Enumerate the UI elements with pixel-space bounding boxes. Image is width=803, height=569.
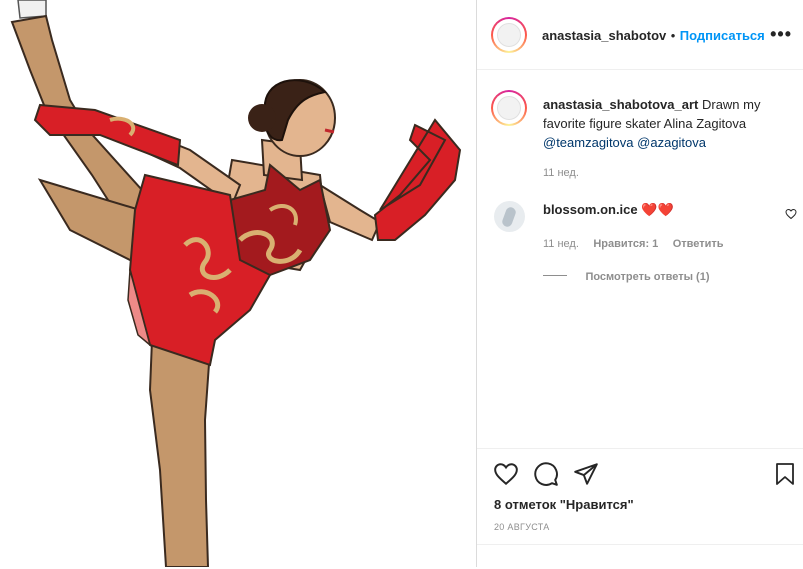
right-glove bbox=[373, 118, 462, 241]
comment-like-heart-icon[interactable] bbox=[785, 208, 797, 220]
post-date: 20 АВГУСТА bbox=[494, 522, 550, 532]
post-actions: 8 отметок "Нравится" 20 АВГУСТА bbox=[477, 448, 803, 568]
add-comment-bar[interactable] bbox=[477, 544, 803, 569]
header-author-line: anastasia_shabotov • Подписаться bbox=[542, 27, 765, 45]
view-replies-label[interactable]: Посмотреть ответы (1) bbox=[585, 271, 709, 283]
comment-likes[interactable]: Нравится: 1 bbox=[593, 238, 658, 250]
header-username[interactable]: anastasia_shabotov bbox=[542, 28, 666, 43]
separator-dot: • bbox=[670, 28, 676, 43]
commenter-avatar[interactable] bbox=[494, 201, 525, 232]
lips bbox=[324, 128, 335, 134]
more-options-icon[interactable]: ••• bbox=[770, 24, 792, 45]
caption-time[interactable]: 11 нед. bbox=[543, 164, 783, 183]
post-header: anastasia_shabotov • Подписаться ••• bbox=[477, 0, 803, 70]
follow-button[interactable]: Подписаться bbox=[680, 28, 765, 43]
comment-text: ❤️❤️ bbox=[641, 202, 674, 217]
heart-icon[interactable] bbox=[493, 461, 519, 487]
likes-count[interactable]: 8 отметок "Нравится" bbox=[494, 497, 634, 512]
view-replies[interactable]: Посмотреть ответы (1) bbox=[543, 267, 709, 285]
comment-meta: 11 нед. Нравится: 1 Ответить bbox=[543, 234, 724, 252]
replies-divider bbox=[543, 275, 567, 277]
paper-plane-icon[interactable] bbox=[573, 461, 599, 487]
reply-button[interactable]: Ответить bbox=[673, 238, 724, 250]
mention-azagitova[interactable]: @azagitova bbox=[637, 135, 706, 150]
comment-username[interactable]: blossom.on.ice bbox=[543, 202, 638, 217]
mention-teamzagitova[interactable]: @teamzagitova bbox=[543, 135, 634, 150]
comment: blossom.on.ice ❤️❤️ bbox=[543, 202, 674, 218]
author-avatar[interactable] bbox=[491, 17, 527, 53]
standing-leg bbox=[148, 338, 212, 567]
comment-time[interactable]: 11 нед. bbox=[543, 238, 579, 250]
skater-illustration bbox=[10, 0, 462, 567]
comment-icon[interactable] bbox=[533, 461, 559, 487]
hair-bun bbox=[248, 104, 276, 132]
caption-avatar[interactable] bbox=[491, 90, 527, 126]
post-image[interactable] bbox=[0, 0, 476, 567]
skate-boot bbox=[17, 0, 47, 19]
caption-username[interactable]: anastasia_shabotova_art bbox=[543, 97, 698, 112]
bookmark-icon[interactable] bbox=[773, 461, 797, 487]
post-side-panel: anastasia_shabotov • Подписаться ••• ana… bbox=[476, 0, 803, 567]
post-caption: anastasia_shabotova_art Drawn my favorit… bbox=[543, 95, 783, 183]
